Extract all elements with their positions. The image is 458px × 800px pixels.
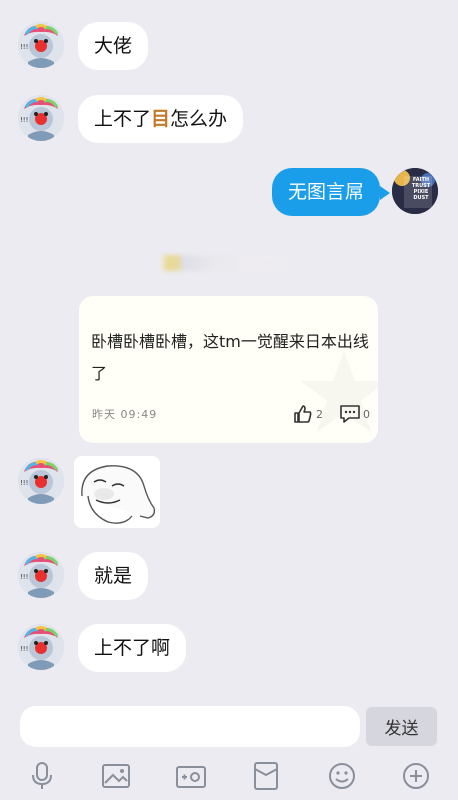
- message-bubble[interactable]: 大佬: [78, 22, 149, 70]
- contact-avatar[interactable]: [18, 95, 64, 141]
- red-packet-icon: [254, 762, 278, 790]
- input-toolbar: [0, 756, 458, 796]
- clown-avatar-icon: [18, 624, 64, 670]
- post-time: 昨天 09:49: [92, 408, 158, 421]
- message-text: 上不了: [94, 107, 152, 130]
- comment-icon: [340, 405, 360, 423]
- message-bubble[interactable]: 就是: [78, 552, 149, 600]
- image-icon: [102, 764, 130, 788]
- contact-avatar[interactable]: [18, 22, 64, 68]
- shared-post-card[interactable]: 卧槽卧槽卧槽，这tm一觉醒来日本出线了 昨天 09:49 2 0: [79, 296, 378, 443]
- plus-icon: [403, 763, 429, 789]
- message-bubble[interactable]: 上不了 目 怎么办: [78, 95, 244, 143]
- more-button[interactable]: [396, 756, 436, 796]
- comment-button[interactable]: 0: [339, 404, 370, 424]
- comment-count: 0: [363, 407, 370, 421]
- message-text: 无图言屌: [288, 180, 365, 203]
- my-message-bubble[interactable]: 无图言屌: [272, 168, 381, 216]
- message-text: 怎么办: [170, 107, 228, 130]
- meme-face-sticker-icon: [74, 456, 160, 528]
- clown-avatar-icon: [18, 458, 64, 504]
- avatar-line: DUST: [413, 195, 429, 201]
- thumbs-up-icon: [294, 405, 312, 423]
- clown-avatar-icon: [18, 95, 64, 141]
- contact-avatar[interactable]: [18, 552, 64, 598]
- ladder-emoji: 目: [151, 107, 171, 130]
- camera-icon: [176, 766, 206, 788]
- mic-icon: [32, 762, 52, 789]
- emoji-button[interactable]: [322, 756, 362, 796]
- like-count: 2: [316, 407, 323, 421]
- message-input[interactable]: [20, 706, 360, 747]
- red-packet-button[interactable]: [246, 756, 286, 796]
- message-text: 大佬: [94, 34, 133, 57]
- camera-button[interactable]: [171, 756, 211, 796]
- contact-avatar[interactable]: [18, 458, 64, 504]
- post-text: 卧槽卧槽卧槽，这tm一觉醒来日本出线了: [91, 332, 369, 383]
- contact-avatar[interactable]: [18, 624, 64, 670]
- voice-button[interactable]: [22, 756, 62, 796]
- image-button[interactable]: [96, 756, 136, 796]
- message-text: 上不了啊: [94, 636, 171, 659]
- clown-avatar-icon: [18, 22, 64, 68]
- sticker-image[interactable]: [74, 456, 160, 528]
- message-bubble[interactable]: 上不了啊: [78, 624, 187, 672]
- message-text: 就是: [94, 564, 133, 587]
- blurred-system-notice: [160, 255, 296, 271]
- bubble-tail: [380, 186, 390, 200]
- like-button[interactable]: 2: [293, 404, 323, 424]
- clown-avatar-icon: [18, 552, 64, 598]
- my-avatar[interactable]: FAITH TRUST PIXIE DUST: [392, 168, 438, 214]
- emoji-icon: [329, 763, 355, 789]
- send-button[interactable]: 发送: [366, 707, 437, 746]
